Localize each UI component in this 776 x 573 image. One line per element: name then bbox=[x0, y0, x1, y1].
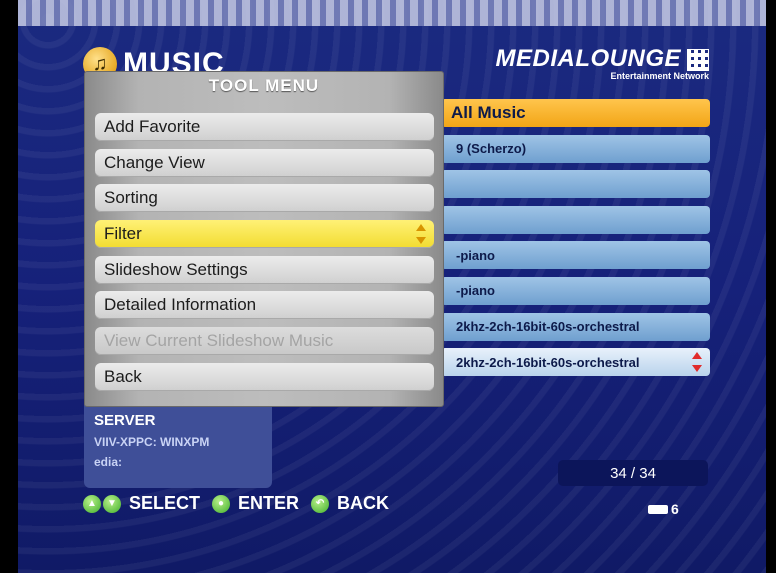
list-item[interactable]: -piano bbox=[441, 276, 710, 305]
server-info-panel: SERVER VIIV-XPPC: WINXPM edia: bbox=[84, 400, 272, 488]
brand-name: MEDIALOUNGE bbox=[495, 45, 681, 72]
menu-item-filter[interactable]: Filter bbox=[95, 220, 434, 249]
menu-item-view-slideshow-music: View Current Slideshow Music bbox=[95, 327, 434, 356]
menu-item-slideshow-settings[interactable]: Slideshow Settings bbox=[95, 255, 434, 284]
select-hint: SELECT bbox=[129, 493, 201, 513]
menu-item-change-view[interactable]: Change View bbox=[95, 148, 434, 177]
button-legend: ▲ ▼ SELECT ● ENTER ↶ BACK bbox=[83, 493, 401, 514]
tool-menu-title: TOOL MENU bbox=[208, 76, 320, 95]
enter-button-icon: ● bbox=[212, 494, 231, 513]
list-item[interactable] bbox=[441, 170, 710, 199]
server-title: SERVER bbox=[94, 412, 156, 429]
brand-grid-icon bbox=[687, 48, 709, 71]
menu-item-add-favorite[interactable]: Add Favorite bbox=[95, 113, 434, 141]
battery-level: 6 bbox=[671, 501, 679, 517]
server-name: VIIV-XPPC: WINXPM bbox=[94, 435, 210, 449]
down-arrow-icon: ▼ bbox=[103, 494, 121, 513]
battery-indicator: 6 bbox=[648, 501, 679, 517]
list-item[interactable]: All Music bbox=[441, 99, 710, 127]
option-arrows-icon[interactable] bbox=[416, 224, 426, 245]
brand-logo: MEDIALOUNGE Entertainment Network bbox=[495, 45, 709, 81]
list-item[interactable] bbox=[441, 205, 710, 234]
scroll-arrows-icon[interactable] bbox=[692, 352, 702, 373]
menu-item-detailed-information[interactable]: Detailed Information bbox=[95, 291, 434, 320]
menu-item-back[interactable]: Back bbox=[95, 362, 434, 391]
tool-menu: TOOL MENU Add Favorite Change View Sorti… bbox=[84, 71, 444, 407]
tool-menu-items: Add Favorite Change View Sorting Filter … bbox=[85, 100, 443, 391]
item-count: 34 / 34 bbox=[558, 460, 708, 486]
server-media-label: edia: bbox=[94, 455, 123, 469]
list-item[interactable]: -piano bbox=[441, 241, 710, 270]
enter-hint: ENTER bbox=[238, 493, 300, 513]
music-list: All Music 9 (Scherzo) -piano -piano 2khz… bbox=[441, 99, 710, 384]
list-item[interactable]: 9 (Scherzo) bbox=[441, 134, 710, 163]
list-item[interactable]: 2khz-2ch-16bit-60s-orchestral bbox=[441, 348, 710, 377]
battery-icon bbox=[648, 504, 668, 514]
back-hint: BACK bbox=[337, 493, 390, 513]
menu-item-sorting[interactable]: Sorting bbox=[95, 184, 434, 213]
back-arrow-icon: ↶ bbox=[311, 494, 330, 513]
list-item[interactable]: 2khz-2ch-16bit-60s-orchestral bbox=[441, 312, 710, 341]
up-arrow-icon: ▲ bbox=[83, 494, 101, 513]
tv-screen: ♫ MUSIC MEDIALOUNGE Entertainment Networ… bbox=[18, 0, 766, 573]
